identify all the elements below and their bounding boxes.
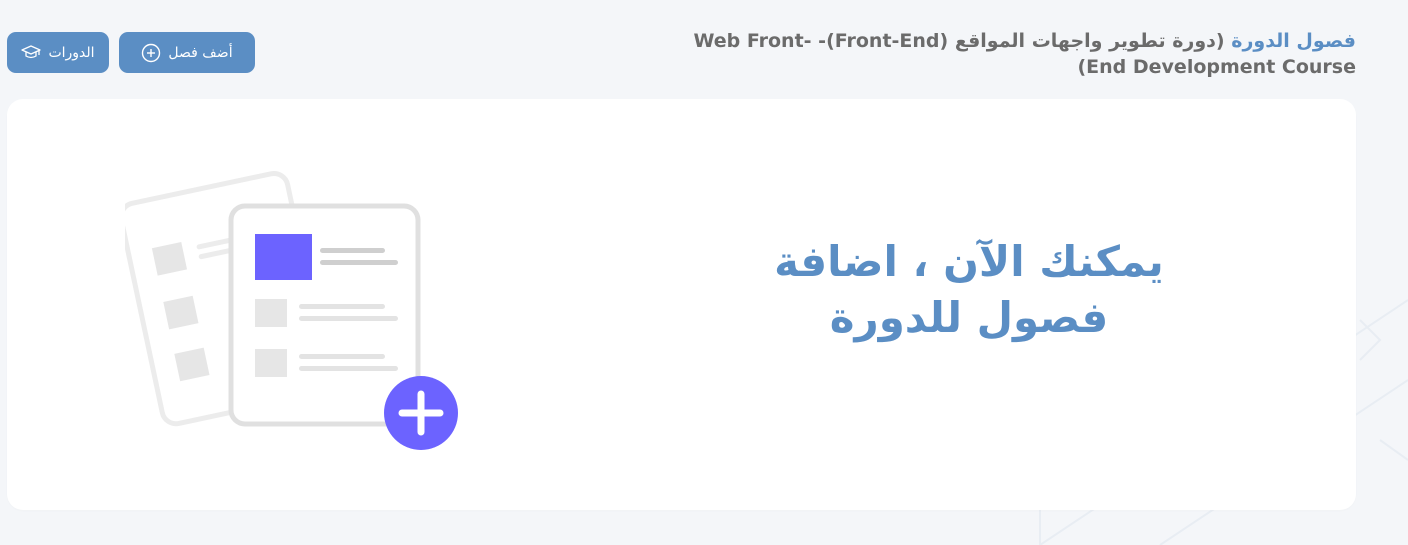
page-title: فصول الدورة (دورة تطوير واجهات المواقع (… xyxy=(656,28,1356,80)
courses-button[interactable]: الدورات xyxy=(7,32,109,73)
chapters-empty-card: يمكنك الآن ، اضافة فصول للدورة xyxy=(7,99,1356,510)
add-chapter-label: أضف فصل xyxy=(168,44,233,61)
courses-label: الدورات xyxy=(48,44,95,61)
graduation-cap-icon xyxy=(21,44,42,61)
empty-state-message: يمكنك الآن ، اضافة فصول للدورة xyxy=(767,234,1171,346)
page-title-accent: فصول الدورة xyxy=(1231,30,1356,52)
plus-circle-icon xyxy=(141,43,161,63)
empty-state-line-2: فصول للدورة xyxy=(829,293,1109,342)
empty-state-line-1: يمكنك الآن ، اضافة xyxy=(774,237,1164,286)
add-document-illustration xyxy=(125,171,458,450)
add-chapter-button[interactable]: أضف فصل xyxy=(119,32,255,73)
